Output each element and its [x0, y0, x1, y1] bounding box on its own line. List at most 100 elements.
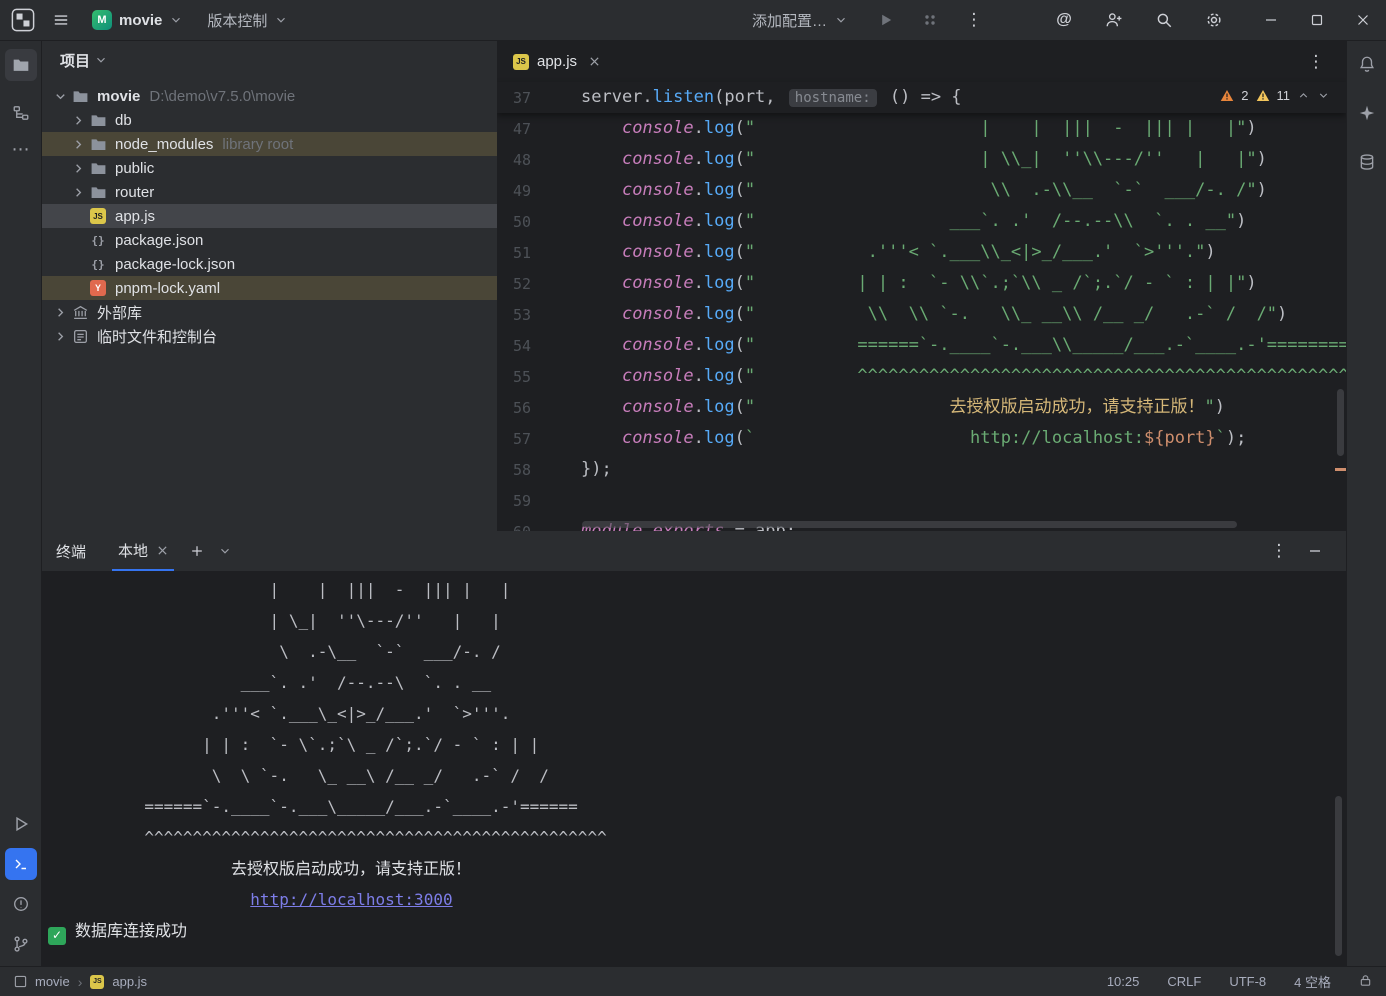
code-text[interactable]: console.log(" \\ \\ `-. \\_ __\\ /__ _/ …: [581, 299, 1287, 330]
code-text[interactable]: });: [581, 454, 612, 485]
breadcrumb-file[interactable]: app.js: [112, 974, 147, 989]
vertical-scrollbar[interactable]: [1337, 389, 1344, 456]
chevron-right-icon[interactable]: [68, 113, 88, 128]
terminal-link[interactable]: http://localhost:3000: [250, 890, 452, 909]
line-number[interactable]: 57: [497, 430, 581, 448]
code-text[interactable]: server.listen(port, hostname: () => {: [581, 82, 962, 114]
line-number[interactable]: 56: [497, 399, 581, 417]
chevron-right-icon[interactable]: [68, 137, 88, 152]
tree-item-node-modules[interactable]: node_moduleslibrary root: [42, 132, 497, 156]
profiler-icon[interactable]: [916, 6, 944, 34]
new-terminal-icon[interactable]: [184, 538, 210, 564]
structure-icon[interactable]: [5, 97, 37, 129]
run-tool-icon[interactable]: [5, 808, 37, 840]
tree-item-pnpm-lock-yaml[interactable]: Ypnpm-lock.yaml: [42, 276, 497, 300]
tree-item-app-js[interactable]: JSapp.js: [42, 204, 497, 228]
file-encoding[interactable]: UTF-8: [1229, 974, 1266, 989]
ide-logo-icon[interactable]: [8, 5, 38, 35]
tab-close-icon[interactable]: [157, 545, 168, 556]
prev-problem-icon[interactable]: [1297, 89, 1310, 102]
editor-options-icon[interactable]: [1302, 48, 1330, 76]
line-number[interactable]: 48: [497, 151, 581, 169]
terminal-icon[interactable]: [5, 848, 37, 880]
collaborate-user-icon[interactable]: [1100, 6, 1128, 34]
ai-assistant-tool-icon[interactable]: [1353, 99, 1381, 127]
caret-position[interactable]: 10:25: [1107, 974, 1140, 989]
terminal-scrollbar[interactable]: [1335, 796, 1342, 956]
line-number[interactable]: 58: [497, 461, 581, 479]
indent-setting[interactable]: 4 空格: [1294, 972, 1331, 991]
horizontal-scrollbar[interactable]: [582, 521, 1237, 528]
code-text[interactable]: console.log(" ======`-.____`-.___\\_____…: [581, 330, 1346, 361]
lock-icon[interactable]: [1359, 974, 1372, 990]
code-text[interactable]: console.log(" .'''< `.___\\_<|>_/___.' `…: [581, 237, 1216, 268]
sticky-line[interactable]: 37server.listen(port, hostname: () => {: [497, 82, 1346, 113]
terminal-options-icon[interactable]: [1266, 538, 1292, 564]
chevron-down-icon[interactable]: [50, 89, 70, 104]
code-text[interactable]: console.log(" | \\_| ''\\---/'' | |"): [581, 144, 1267, 175]
code-text[interactable]: console.log(" ^^^^^^^^^^^^^^^^^^^^^^^^^^…: [581, 361, 1346, 392]
run-button[interactable]: [872, 6, 900, 34]
chevron-right-icon[interactable]: [68, 161, 88, 176]
line-number[interactable]: 51: [497, 244, 581, 262]
run-config-selector[interactable]: 添加配置…: [744, 6, 856, 35]
line-number[interactable]: 55: [497, 368, 581, 386]
line-number[interactable]: 50: [497, 213, 581, 231]
line-ending[interactable]: CRLF: [1167, 974, 1201, 989]
main-menu-icon[interactable]: [46, 5, 76, 35]
tree-item-external-libraries[interactable]: 外部库: [42, 300, 497, 324]
more-actions-icon[interactable]: [960, 6, 988, 34]
tree-item-movie-root[interactable]: movieD:\demo\v7.5.0\movie: [42, 84, 497, 108]
database-icon[interactable]: [1353, 148, 1381, 176]
tab-close-icon[interactable]: [585, 53, 603, 71]
chevron-right-icon[interactable]: [50, 329, 70, 344]
chevron-right-icon[interactable]: [68, 185, 88, 200]
project-panel-header[interactable]: 项目: [42, 41, 497, 79]
hide-terminal-icon[interactable]: [1302, 538, 1328, 564]
line-number[interactable]: 49: [497, 182, 581, 200]
breadcrumb-project[interactable]: movie: [35, 974, 70, 989]
vcs-widget[interactable]: 版本控制: [199, 6, 296, 35]
tree-item-public[interactable]: public: [42, 156, 497, 180]
search-icon[interactable]: [1150, 6, 1178, 34]
tab-app-js[interactable]: JS app.js: [497, 41, 613, 82]
tree-item-package-lock-json[interactable]: {}package-lock.json: [42, 252, 497, 276]
code-text[interactable]: console.log(` http://localhost:${port}`)…: [581, 423, 1246, 454]
notifications-bell-icon[interactable]: [1353, 50, 1381, 78]
more-tool-windows-icon[interactable]: [5, 133, 37, 165]
project-tool-icon[interactable]: [5, 49, 37, 81]
code-text[interactable]: console.log(" | | : `- \\`.;`\\ _ /`;.`/…: [581, 268, 1257, 299]
line-number[interactable]: 37: [497, 89, 581, 107]
terminal-tab-local[interactable]: 本地: [112, 531, 174, 571]
line-number[interactable]: 53: [497, 306, 581, 324]
line-number[interactable]: 59: [497, 492, 581, 510]
code-text[interactable]: console.log(" \\ .-\\__ `-` ___/-. /"): [581, 175, 1267, 206]
code-text[interactable]: console.log(" ___`. .' /--.--\\ `. . __"…: [581, 206, 1246, 237]
terminal-output[interactable]: | | ||| - ||| | | | \_| ''\---/'' | | \ …: [42, 572, 1346, 967]
close-icon[interactable]: [1340, 0, 1386, 40]
code-text[interactable]: console.log(" 去授权版启动成功，请支持正版！"): [581, 392, 1225, 423]
line-number[interactable]: 47: [497, 120, 581, 138]
next-problem-icon[interactable]: [1317, 89, 1330, 102]
inspections-widget[interactable]: 2 11: [1220, 88, 1330, 103]
problems-icon[interactable]: [5, 888, 37, 920]
tree-item-db[interactable]: db: [42, 108, 497, 132]
git-branch-icon[interactable]: [5, 928, 37, 960]
ai-assistant-icon[interactable]: [1050, 6, 1078, 34]
terminal-title[interactable]: 终端: [56, 541, 86, 562]
maximize-icon[interactable]: [1294, 0, 1340, 40]
tree-item-router[interactable]: router: [42, 180, 497, 204]
minimize-icon[interactable]: [1248, 0, 1294, 40]
project-widget[interactable]: M movie: [84, 6, 191, 34]
tree-item-scratches[interactable]: 临时文件和控制台: [42, 324, 497, 348]
line-number[interactable]: 52: [497, 275, 581, 293]
settings-gear-icon[interactable]: [1200, 6, 1228, 34]
code-text[interactable]: console.log(" | | ||| - ||| | |"): [581, 113, 1257, 144]
line-number[interactable]: 54: [497, 337, 581, 355]
code-area[interactable]: 47 console.log(" | | ||| - ||| | |")48 c…: [497, 113, 1346, 531]
terminal-text: 数据库连接成功: [75, 921, 187, 940]
terminal-dropdown-icon[interactable]: [212, 538, 238, 564]
line-number[interactable]: 60: [497, 523, 581, 532]
tree-item-package-json[interactable]: {}package.json: [42, 228, 497, 252]
chevron-right-icon[interactable]: [50, 305, 70, 320]
